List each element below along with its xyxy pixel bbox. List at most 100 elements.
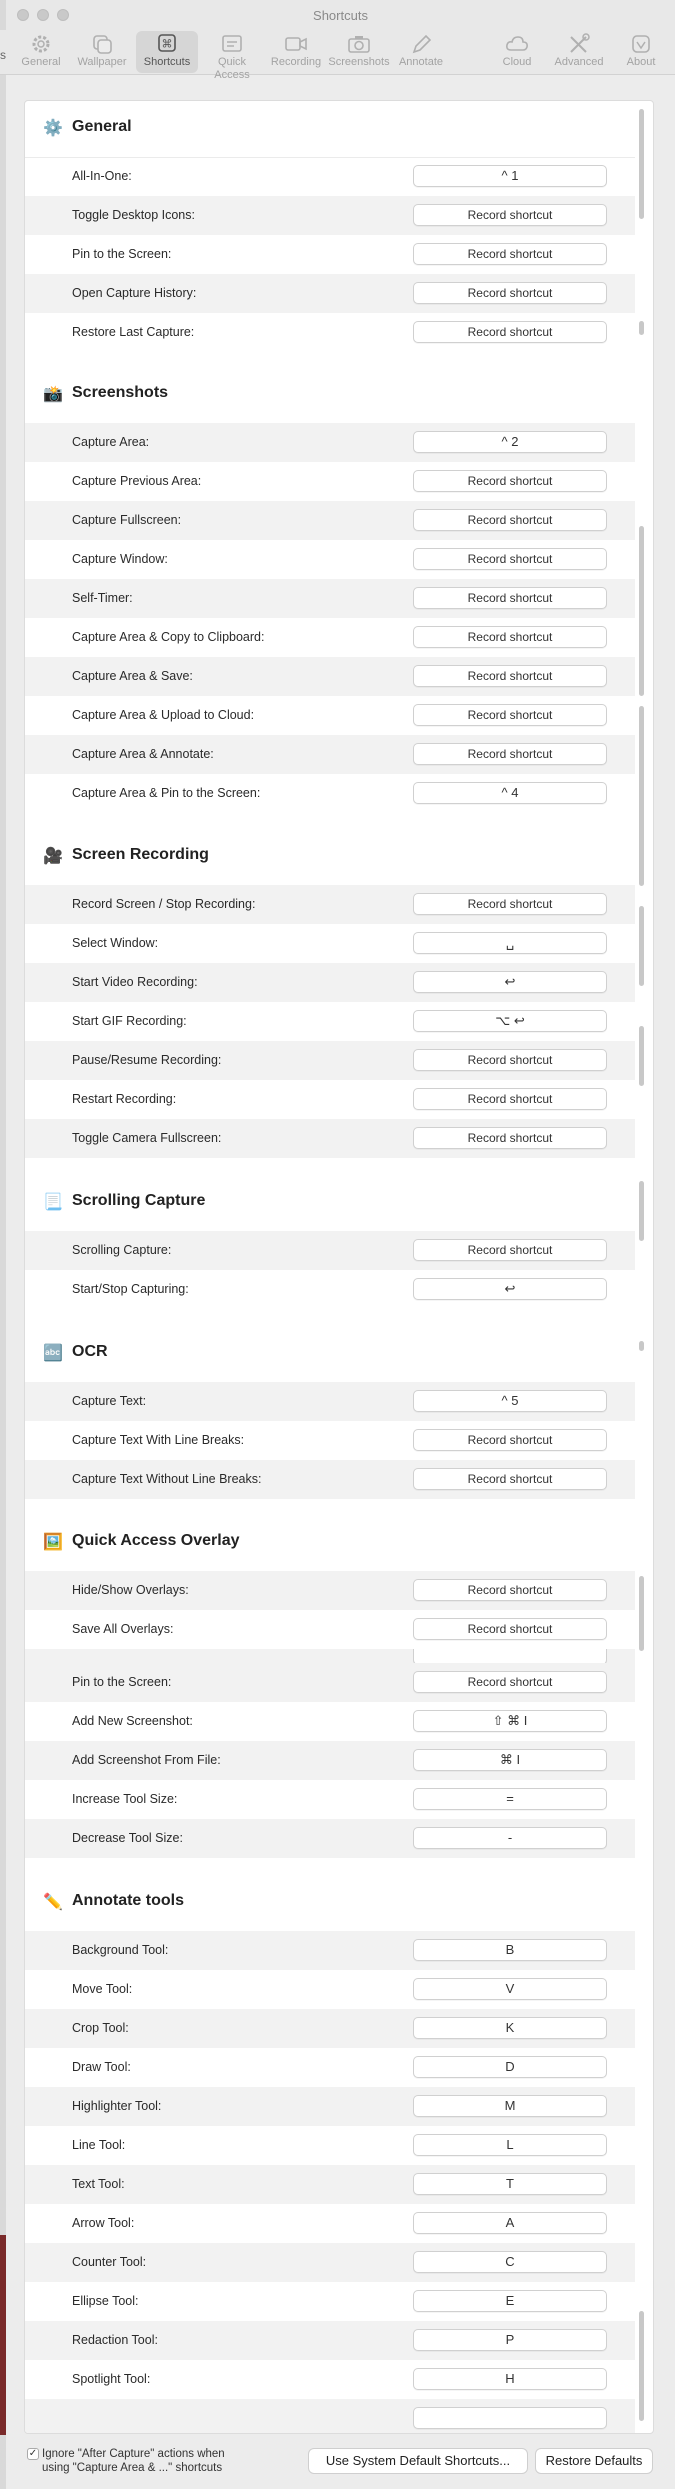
shortcut-row: Record Screen / Stop Recording: Record sh… — [25, 885, 635, 924]
shortcut-label: Capture Fullscreen: — [72, 513, 182, 527]
shortcut-recorder[interactable]: M — [413, 2095, 607, 2117]
shortcut-recorder[interactable]: ␣ — [413, 932, 607, 954]
tab-about[interactable]: About — [610, 31, 672, 73]
shortcut-recorder[interactable]: ^ 5 — [413, 1390, 607, 1412]
tab-screenshots[interactable]: Screenshots — [328, 31, 390, 73]
shortcut-recorder[interactable] — [413, 2407, 607, 2429]
shortcut-label: Capture Area & Copy to Clipboard: — [72, 630, 265, 644]
scrollbar-segment — [639, 321, 644, 335]
shortcut-recorder[interactable]: Record shortcut — [413, 665, 607, 687]
tab-general[interactable]: General — [10, 31, 72, 73]
shortcut-recorder[interactable]: ⇧ ⌘ I — [413, 1710, 607, 1732]
shortcut-label: Select Window: — [72, 936, 159, 950]
shortcut-recorder[interactable]: Record shortcut — [413, 893, 607, 915]
shortcut-recorder[interactable]: Record shortcut — [413, 321, 607, 343]
shortcut-row: Decrease Tool Size: - — [25, 1819, 635, 1858]
use-system-default-shortcuts-button[interactable]: Use System Default Shortcuts... — [308, 2448, 528, 2474]
shortcut-recorder[interactable]: Record shortcut — [413, 243, 607, 265]
shortcut-row: Capture Text: ^ 5 — [25, 1382, 635, 1421]
shortcut-row-clipped — [25, 2399, 635, 2433]
shortcut-recorder[interactable]: Record shortcut — [413, 1127, 607, 1149]
shortcut-recorder[interactable] — [413, 1649, 607, 1663]
shortcut-recorder[interactable]: Record shortcut — [413, 1429, 607, 1451]
shortcut-label: Restart Recording: — [72, 1092, 177, 1106]
shortcut-row: Counter Tool: C — [25, 2243, 635, 2282]
shortcut-recorder[interactable]: C — [413, 2251, 607, 2273]
ignore-after-capture-checkbox[interactable]: ✓ — [27, 2448, 39, 2460]
shortcut-recorder[interactable]: E — [413, 2290, 607, 2312]
scrollbar[interactable] — [637, 101, 647, 2433]
shortcut-row: Pin to the Screen: Record shortcut — [25, 235, 635, 274]
shortcut-recorder[interactable]: A — [413, 2212, 607, 2234]
camera-icon: 📸 — [43, 386, 63, 403]
shortcut-label: Highlighter Tool: — [72, 2099, 162, 2113]
shortcut-recorder[interactable]: Record shortcut — [413, 743, 607, 765]
tab-quick-access[interactable]: Quick Access — [201, 31, 263, 81]
tab-advanced[interactable]: Advanced — [548, 31, 610, 73]
shortcut-recorder[interactable]: ⌘ I — [413, 1749, 607, 1771]
shortcut-recorder[interactable]: Record shortcut — [413, 704, 607, 726]
shortcut-recorder[interactable]: K — [413, 2017, 607, 2039]
shortcut-row: Text Tool: T — [25, 2165, 635, 2204]
shortcut-row: Capture Area & Annotate: Record shortcut — [25, 735, 635, 774]
tools-icon — [548, 32, 610, 56]
shortcut-recorder[interactable]: Record shortcut — [413, 509, 607, 531]
shortcut-recorder[interactable]: V — [413, 1978, 607, 2000]
tab-shortcuts[interactable]: ⌘ Shortcuts — [136, 31, 198, 73]
shortcut-label: Self-Timer: — [72, 591, 133, 605]
shortcut-recorder[interactable]: Record shortcut — [413, 1468, 607, 1490]
shortcut-recorder[interactable]: T — [413, 2173, 607, 2195]
shortcut-recorder[interactable]: Record shortcut — [413, 587, 607, 609]
tab-label: General — [21, 56, 61, 68]
toolbar-edge-text: s — [0, 48, 6, 62]
shortcut-recorder[interactable]: ⌥ ↩ — [413, 1010, 607, 1032]
tab-annotate[interactable]: Annotate — [390, 31, 452, 73]
shortcut-recorder[interactable]: Record shortcut — [413, 470, 607, 492]
scrollbar-segment — [639, 1576, 644, 1651]
shortcut-row: Restart Recording: Record shortcut — [25, 1080, 635, 1119]
shortcut-recorder[interactable]: Record shortcut — [413, 282, 607, 304]
shortcut-label: Redaction Tool: — [72, 2333, 158, 2347]
tab-wallpaper[interactable]: Wallpaper — [71, 31, 133, 73]
shortcut-recorder[interactable]: ^ 2 — [413, 431, 607, 453]
section-title: OCR — [72, 1343, 108, 1360]
tab-label: Shortcuts — [143, 56, 191, 68]
shortcut-recorder[interactable]: Record shortcut — [413, 1671, 607, 1693]
shortcut-recorder[interactable]: Record shortcut — [413, 1579, 607, 1601]
tab-label: Annotate — [398, 56, 444, 68]
scrollbar-thumb[interactable] — [639, 109, 644, 219]
shortcut-recorder[interactable]: ↩ — [413, 1278, 607, 1300]
shortcut-recorder[interactable]: Record shortcut — [413, 204, 607, 226]
shortcut-recorder[interactable]: Record shortcut — [413, 626, 607, 648]
tab-cloud[interactable]: Cloud — [486, 31, 548, 73]
tab-recording[interactable]: Recording — [265, 31, 327, 73]
shortcut-recorder[interactable]: H — [413, 2368, 607, 2390]
shortcut-recorder[interactable]: P — [413, 2329, 607, 2351]
scroll-page-icon: 📃 — [43, 1194, 63, 1211]
shortcut-label: All-In-One: — [72, 169, 132, 183]
shortcut-recorder[interactable]: Record shortcut — [413, 548, 607, 570]
shortcut-recorder[interactable]: ^ 1 — [413, 165, 607, 187]
shortcut-recorder[interactable]: - — [413, 1827, 607, 1849]
shortcut-recorder[interactable]: D — [413, 2056, 607, 2078]
shortcut-recorder[interactable]: Record shortcut — [413, 1239, 607, 1261]
shortcut-recorder[interactable]: L — [413, 2134, 607, 2156]
restore-defaults-button[interactable]: Restore Defaults — [535, 2448, 653, 2474]
command-key-icon: ⌘ — [136, 32, 198, 56]
shortcut-label: Line Tool: — [72, 2138, 126, 2152]
tab-label: Advanced — [554, 56, 604, 68]
shortcut-recorder[interactable]: B — [413, 1939, 607, 1961]
shortcut-row: Draw Tool: D — [25, 2048, 635, 2087]
shortcut-recorder[interactable]: = — [413, 1788, 607, 1810]
shortcut-label: Capture Text With Line Breaks: — [72, 1433, 245, 1447]
section-quick-access-overlay: 🖼️ Quick Access Overlay — [25, 1515, 635, 1572]
shortcut-recorder[interactable]: Record shortcut — [413, 1088, 607, 1110]
section-annotate-tools: ✏️ Annotate tools — [25, 1875, 635, 1932]
cloud-icon — [486, 32, 548, 56]
shortcut-recorder[interactable]: ↩ — [413, 971, 607, 993]
shortcut-recorder[interactable]: Record shortcut — [413, 1618, 607, 1640]
shortcuts-list-panel[interactable]: ⚙️ General All-In-One: ^ 1 Toggle Desktop… — [24, 100, 654, 2434]
shortcut-recorder[interactable]: ^ 4 — [413, 782, 607, 804]
tab-label: About — [626, 56, 656, 68]
shortcut-recorder[interactable]: Record shortcut — [413, 1049, 607, 1071]
